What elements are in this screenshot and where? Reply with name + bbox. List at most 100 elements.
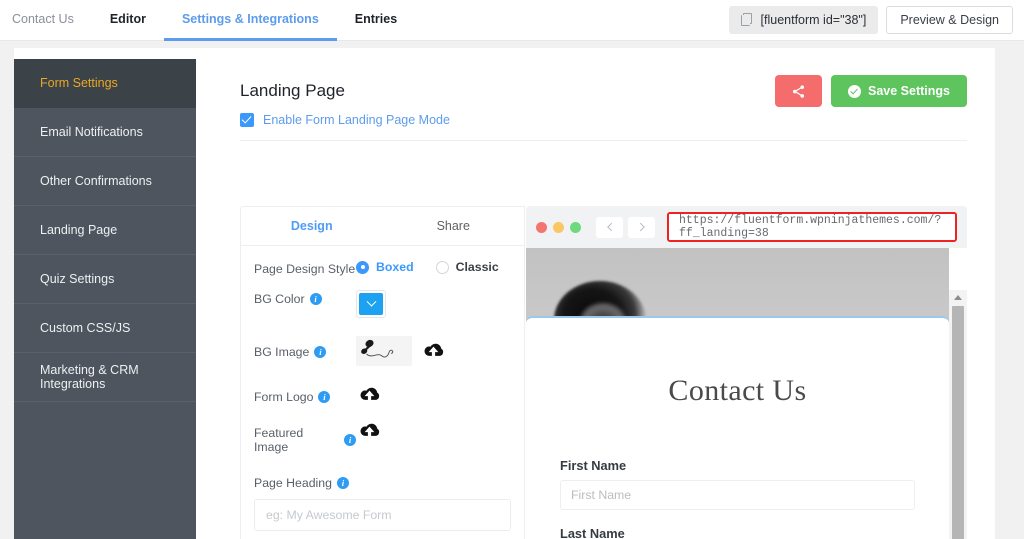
tab-settings-integrations[interactable]: Settings & Integrations xyxy=(163,0,337,41)
share-button[interactable] xyxy=(775,75,823,107)
sidebar-item-other-confirmations[interactable]: Other Confirmations xyxy=(14,157,196,206)
form-tabs: Contact Us Editor Settings & Integration… xyxy=(0,0,415,41)
tab-editor[interactable]: Editor xyxy=(92,0,164,41)
save-settings-button[interactable]: Save Settings xyxy=(831,75,967,107)
bg-image-control xyxy=(356,336,511,366)
cloud-upload-icon[interactable] xyxy=(420,340,447,362)
tab-design-label: Design xyxy=(290,219,333,233)
sidebar-item-marketing-crm-integrations[interactable]: Marketing & CRM Integrations xyxy=(14,353,196,402)
share-icon xyxy=(792,84,805,98)
window-control-dots xyxy=(536,221,581,233)
page-heading-input[interactable] xyxy=(254,499,511,531)
shortcode-copy-field[interactable]: [fluentform id="38"] xyxy=(728,6,879,34)
field-page-design-style: Page Design Style Boxed Classic xyxy=(254,260,511,276)
form-logo-control xyxy=(356,384,511,406)
form-logo-label-wrap: Form Logo i xyxy=(254,384,356,404)
preview-scrollbar[interactable] xyxy=(949,290,967,539)
fluentform-landing-page-screen: Contact Us Editor Settings & Integration… xyxy=(0,0,1024,539)
featured-image-label: Featured Image xyxy=(254,426,304,454)
tab-share[interactable]: Share xyxy=(383,207,525,245)
preview-form-title: Contact Us xyxy=(668,374,807,407)
top-navigation-bar: Contact Us Editor Settings & Integration… xyxy=(0,0,1024,41)
field-bg-color: BG Color i xyxy=(254,290,511,318)
landing-page-panes: Design Share Page Design Style Boxed Cla… xyxy=(240,206,967,539)
info-icon[interactable]: i xyxy=(318,391,331,403)
bg-color-swatch xyxy=(359,293,383,315)
maximize-dot[interactable] xyxy=(570,221,581,233)
featured-image-control xyxy=(356,420,511,442)
back-button[interactable] xyxy=(596,216,623,238)
featured-image-label-wrap: Featured Image i xyxy=(254,420,356,454)
minimize-dot[interactable] xyxy=(553,221,564,233)
cloud-upload-icon[interactable] xyxy=(356,420,383,442)
tab-contact-us[interactable]: Contact Us xyxy=(0,0,92,41)
preview-field-last-name: Last Name xyxy=(560,526,915,539)
sidebar-item-email-notifications[interactable]: Email Notifications xyxy=(14,108,196,157)
page-heading-label-wrap: Page Heading i xyxy=(254,476,511,490)
header-action-buttons: Save Settings xyxy=(775,75,967,107)
sidebar-item-label: Marketing & CRM Integrations xyxy=(40,363,139,391)
design-settings-body: Page Design Style Boxed Classic BG Color… xyxy=(241,246,524,539)
tab-label: Entries xyxy=(354,12,398,26)
info-icon[interactable]: i xyxy=(344,434,356,446)
info-icon[interactable]: i xyxy=(314,346,327,358)
url-bar[interactable]: https://fluentform.wpninjathemes.com/?ff… xyxy=(669,214,955,240)
chevron-down-icon xyxy=(366,296,376,307)
sidebar-item-form-settings[interactable]: Form Settings xyxy=(14,59,196,108)
check-circle-icon xyxy=(848,84,862,98)
tab-entries[interactable]: Entries xyxy=(337,0,415,41)
bg-color-label: BG Color xyxy=(254,292,305,306)
preview-viewport: Contact Us First Name Last Name xyxy=(526,248,967,539)
page-design-style-label-wrap: Page Design Style xyxy=(254,260,356,276)
enable-landing-page-row[interactable]: Enable Form Landing Page Mode xyxy=(240,113,967,127)
bg-color-picker-button[interactable] xyxy=(356,290,386,318)
preview-design-button[interactable]: Preview & Design xyxy=(886,6,1013,34)
info-icon[interactable]: i xyxy=(336,477,349,489)
sidebar-item-quiz-settings[interactable]: Quiz Settings xyxy=(14,255,196,304)
radio-classic[interactable]: Classic xyxy=(435,260,499,274)
tab-share-label: Share xyxy=(436,219,470,233)
field-featured-image: Featured Image i xyxy=(254,420,511,454)
sidebar-item-landing-page[interactable]: Landing Page xyxy=(14,206,196,255)
bg-image-thumbnail[interactable] xyxy=(356,336,412,366)
info-icon[interactable]: i xyxy=(309,293,322,305)
bg-image-label: BG Image xyxy=(254,345,310,359)
bg-color-control xyxy=(356,290,511,318)
top-right-actions: [fluentform id="38"] Preview & Design xyxy=(728,6,1013,34)
browser-chrome: https://fluentform.wpninjathemes.com/?ff… xyxy=(526,206,967,248)
sidebar-item-label: Form Settings xyxy=(40,76,118,90)
form-logo-label: Form Logo xyxy=(254,390,314,404)
radio-boxed-indicator[interactable] xyxy=(356,260,369,274)
close-dot[interactable] xyxy=(536,221,547,233)
forward-button[interactable] xyxy=(628,216,655,238)
preview-background-image xyxy=(526,248,949,323)
enable-landing-page-label: Enable Form Landing Page Mode xyxy=(263,113,450,127)
sidebar-item-label: Landing Page xyxy=(40,223,118,237)
tab-label: Contact Us xyxy=(12,12,74,26)
sidebar-item-label: Custom CSS/JS xyxy=(40,321,131,335)
field-bg-image: BG Image i xyxy=(254,336,511,366)
bg-color-label-wrap: BG Color i xyxy=(254,290,356,306)
radio-boxed-label: Boxed xyxy=(376,260,414,274)
shortcode-text: [fluentform id="38"] xyxy=(760,13,867,27)
scroll-up-arrow-icon[interactable] xyxy=(949,290,967,304)
preview-field-label: Last Name xyxy=(560,526,625,539)
cloud-upload-icon[interactable] xyxy=(356,384,383,406)
scrollbar-thumb[interactable] xyxy=(952,306,964,539)
enable-landing-page-checkbox[interactable] xyxy=(240,113,254,127)
preview-form-card: Contact Us First Name Last Name xyxy=(526,316,949,539)
radio-classic-indicator[interactable] xyxy=(435,260,449,274)
sidebar-item-label: Quiz Settings xyxy=(40,272,115,286)
design-settings-card: Design Share Page Design Style Boxed Cla… xyxy=(240,206,525,539)
radio-boxed[interactable]: Boxed xyxy=(356,260,414,274)
preview-first-name-input[interactable] xyxy=(560,480,915,510)
landing-page-preview: https://fluentform.wpninjathemes.com/?ff… xyxy=(526,206,967,539)
sidebar-item-label: Other Confirmations xyxy=(40,174,152,188)
field-form-logo: Form Logo i xyxy=(254,384,511,406)
tab-design[interactable]: Design xyxy=(241,207,383,245)
copy-shortcode-icon xyxy=(740,13,754,27)
sidebar-item-custom-css-js[interactable]: Custom CSS/JS xyxy=(14,304,196,353)
page-container: Form Settings Email Notifications Other … xyxy=(14,48,995,539)
page-design-style-options: Boxed Classic xyxy=(356,260,521,274)
preview-field-label: First Name xyxy=(560,458,627,473)
